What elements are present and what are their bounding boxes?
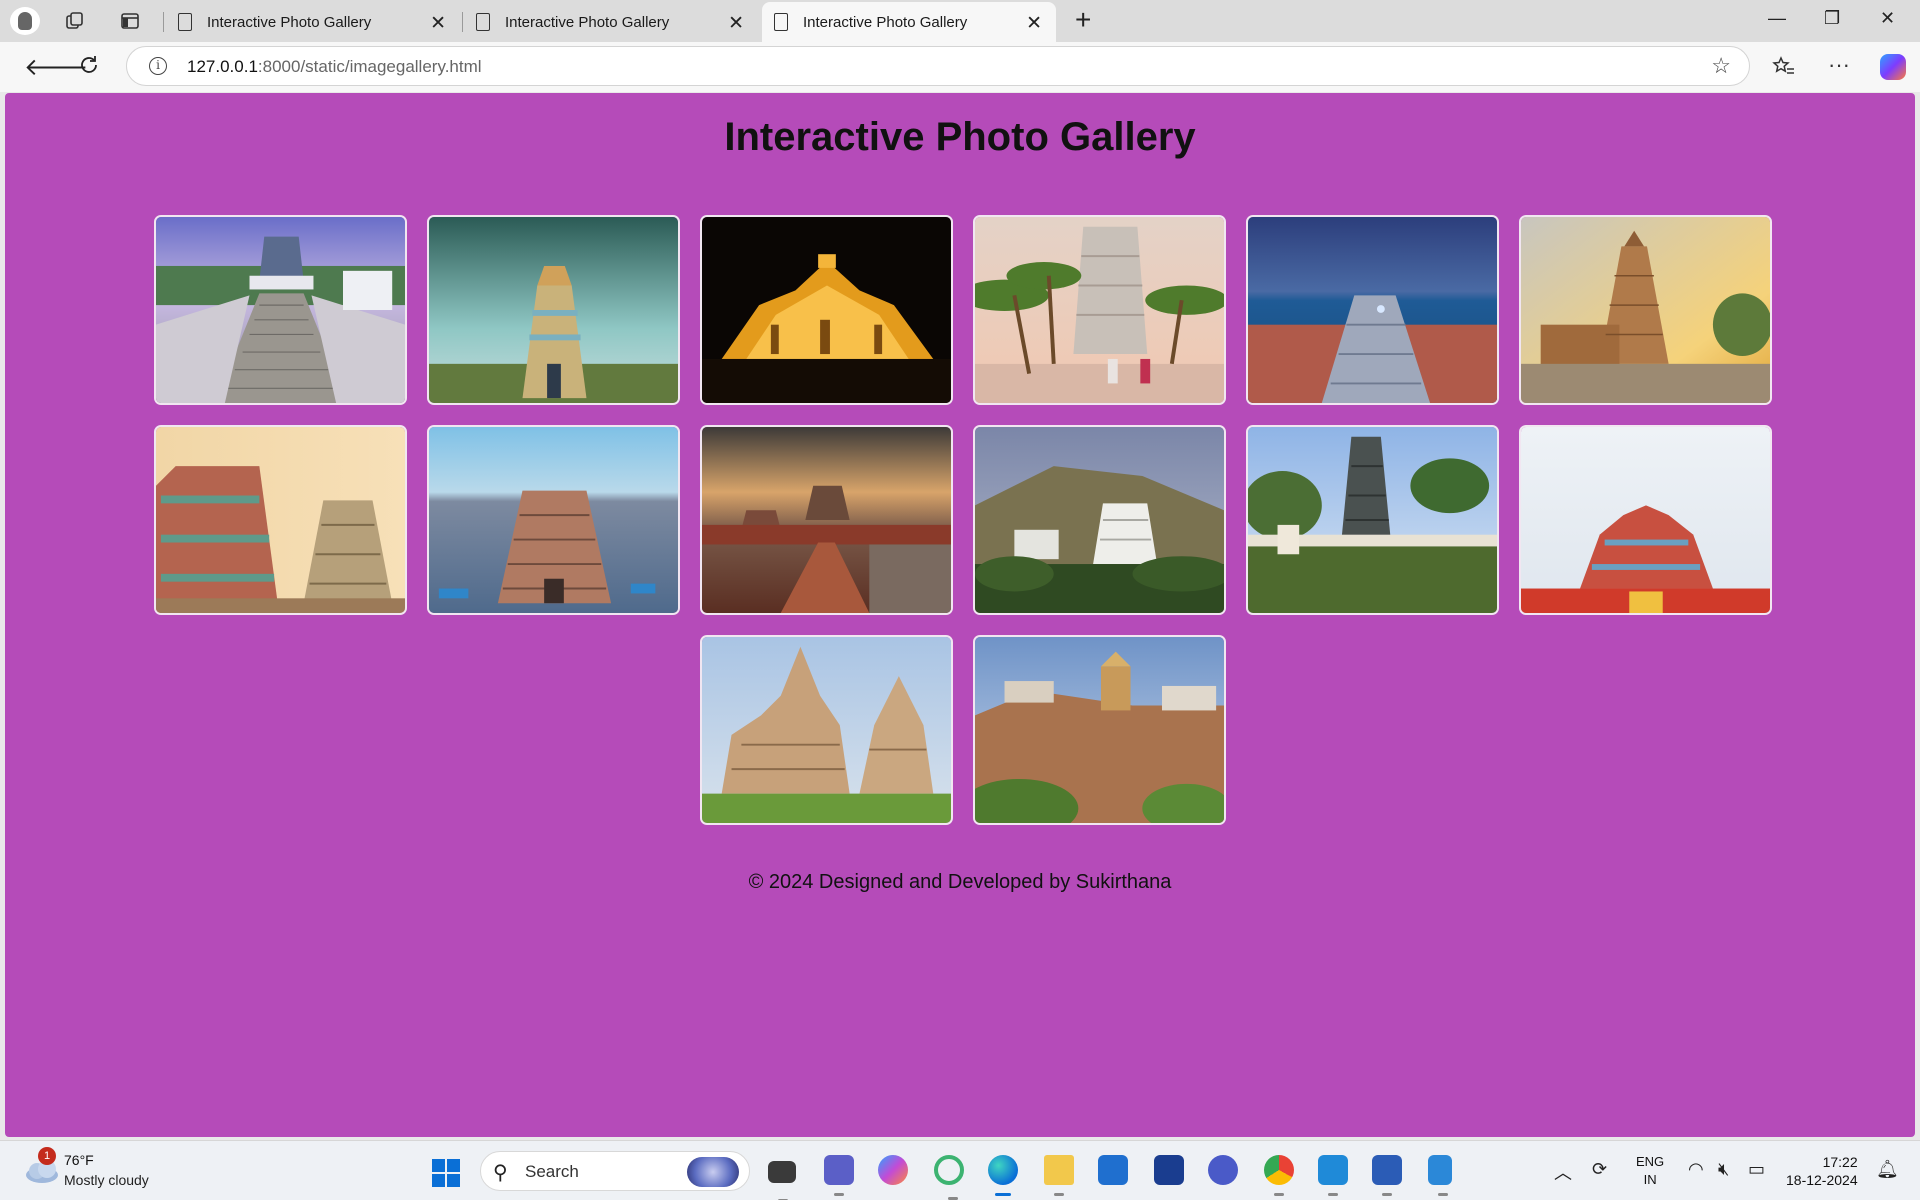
- lang-line-2: IN: [1643, 1172, 1657, 1187]
- mountain-app-icon[interactable]: [1208, 1155, 1238, 1185]
- copilot-icon[interactable]: [1880, 54, 1906, 80]
- chrome-icon[interactable]: [1264, 1155, 1294, 1196]
- copilot-app-icon[interactable]: [878, 1155, 908, 1185]
- word-icon[interactable]: [1372, 1155, 1402, 1196]
- volume-muted-icon[interactable]: 🔇︎: [1718, 1159, 1729, 1180]
- photo-gallery-grid: [151, 215, 1775, 825]
- temple-night-lights-photo[interactable]: [700, 215, 953, 405]
- browser-tab-2[interactable]: Interactive Photo Gallery ✕: [464, 2, 758, 42]
- file-explorer-icon[interactable]: [1044, 1155, 1074, 1196]
- search-highlight-image: [687, 1157, 739, 1187]
- colorful-gopurams-photo[interactable]: [154, 425, 407, 615]
- url-path: :8000/static/imagegallery.html: [257, 57, 482, 76]
- url-text[interactable]: 127.0.0.1:8000/static/imagegallery.html: [187, 57, 482, 77]
- browser-toolbar: 🡐 i 127.0.0.1:8000/static/imagegallery.h…: [0, 42, 1920, 92]
- shore-temple-sea-photo[interactable]: [1246, 215, 1499, 405]
- close-tab-icon[interactable]: ✕: [1026, 12, 1042, 35]
- minimize-button[interactable]: —: [1768, 8, 1786, 29]
- reload-icon[interactable]: [78, 54, 100, 76]
- brihadeeswara-temple-photo[interactable]: [1519, 215, 1772, 405]
- tab-title: Interactive Photo Gallery: [803, 13, 968, 31]
- site-info-icon[interactable]: i: [149, 57, 167, 75]
- temple-steps-photo[interactable]: [154, 215, 407, 405]
- temple-palm-road-photo[interactable]: [973, 215, 1226, 405]
- page-icon: [178, 13, 192, 31]
- taskbar-search[interactable]: ⚲ Search: [480, 1151, 750, 1191]
- page-icon: [774, 13, 788, 31]
- tab-title: Interactive Photo Gallery: [207, 13, 372, 31]
- notepad-icon[interactable]: [1428, 1155, 1452, 1196]
- teams-icon[interactable]: [824, 1155, 854, 1196]
- battery-icon[interactable]: ▭: [1748, 1159, 1765, 1180]
- rock-fort-temple-photo[interactable]: [973, 635, 1226, 825]
- address-bar[interactable]: i 127.0.0.1:8000/static/imagegallery.htm…: [126, 46, 1750, 86]
- l-app-icon[interactable]: [1154, 1155, 1184, 1185]
- input-language[interactable]: ENG IN: [1636, 1153, 1664, 1189]
- notification-bell-icon[interactable]: 🔔︎: [1876, 1159, 1899, 1180]
- wifi-icon[interactable]: ◠: [1688, 1159, 1704, 1180]
- temple-tank-sunset-photo[interactable]: [700, 425, 953, 615]
- page-icon: [476, 13, 490, 31]
- more-options-icon[interactable]: ···: [1828, 52, 1850, 78]
- page-footer: © 2024 Designed and Developed by Sukirth…: [748, 871, 1172, 893]
- refresh-app-icon[interactable]: [934, 1155, 964, 1200]
- close-tab-icon[interactable]: ✕: [430, 12, 446, 35]
- temple-pond-photo[interactable]: [1246, 425, 1499, 615]
- weather-condition[interactable]: Mostly cloudy: [64, 1172, 149, 1188]
- browser-tab-strip: Interactive Photo Gallery ✕ Interactive …: [0, 0, 1920, 42]
- favorites-icon[interactable]: [1772, 55, 1796, 79]
- search-placeholder: Search: [525, 1162, 579, 1181]
- task-view-icon[interactable]: [768, 1161, 796, 1200]
- favorite-star-icon[interactable]: ☆: [1711, 53, 1731, 79]
- red-gopuram-photo[interactable]: [1519, 425, 1772, 615]
- tab-title: Interactive Photo Gallery: [505, 13, 670, 31]
- temple-aerial-city-photo[interactable]: [427, 425, 680, 615]
- profile-icon[interactable]: [10, 7, 40, 35]
- windows-start-icon[interactable]: [432, 1159, 460, 1187]
- close-window-button[interactable]: ✕: [1880, 8, 1895, 29]
- search-icon: ⚲: [493, 1162, 508, 1184]
- white-hill-temple-photo[interactable]: [973, 425, 1226, 615]
- restore-button[interactable]: ❐: [1824, 8, 1840, 29]
- khajuraho-temple-photo[interactable]: [700, 635, 953, 825]
- microsoft-store-icon[interactable]: [1098, 1155, 1128, 1185]
- lang-line-1: ENG: [1636, 1154, 1665, 1169]
- clock-time: 17:22: [1822, 1154, 1858, 1170]
- sync-icon[interactable]: ⟳: [1592, 1159, 1607, 1180]
- vscode-icon[interactable]: [1318, 1155, 1348, 1196]
- edge-browser-icon[interactable]: [988, 1155, 1018, 1196]
- url-host: 127.0.0.1: [187, 57, 258, 76]
- vertical-tabs-icon[interactable]: [119, 10, 141, 32]
- chevron-up-icon[interactable]: ︿: [1554, 1159, 1572, 1185]
- windows-taskbar: 1 76°F Mostly cloudy ⚲ Search ︿ ⟳ ENG IN …: [0, 1140, 1920, 1200]
- weather-badge: 1: [38, 1147, 56, 1165]
- browser-tab-1[interactable]: Interactive Photo Gallery ✕: [166, 2, 460, 42]
- workspaces-icon[interactable]: [64, 10, 86, 32]
- page-title: Interactive Photo Gallery: [724, 115, 1196, 159]
- browser-tab-3[interactable]: Interactive Photo Gallery ✕: [762, 2, 1056, 42]
- weather-temperature[interactable]: 76°F: [64, 1152, 94, 1168]
- clock-date: 18-12-2024: [1786, 1172, 1858, 1188]
- gallery-page: Interactive Photo Gallery © 2024 Designe…: [5, 93, 1915, 1137]
- system-clock[interactable]: 17:22 18-12-2024: [1786, 1153, 1858, 1189]
- new-tab-button[interactable]: +: [1075, 4, 1091, 36]
- gopuram-green-sky-photo[interactable]: [427, 215, 680, 405]
- close-tab-icon[interactable]: ✕: [728, 12, 744, 35]
